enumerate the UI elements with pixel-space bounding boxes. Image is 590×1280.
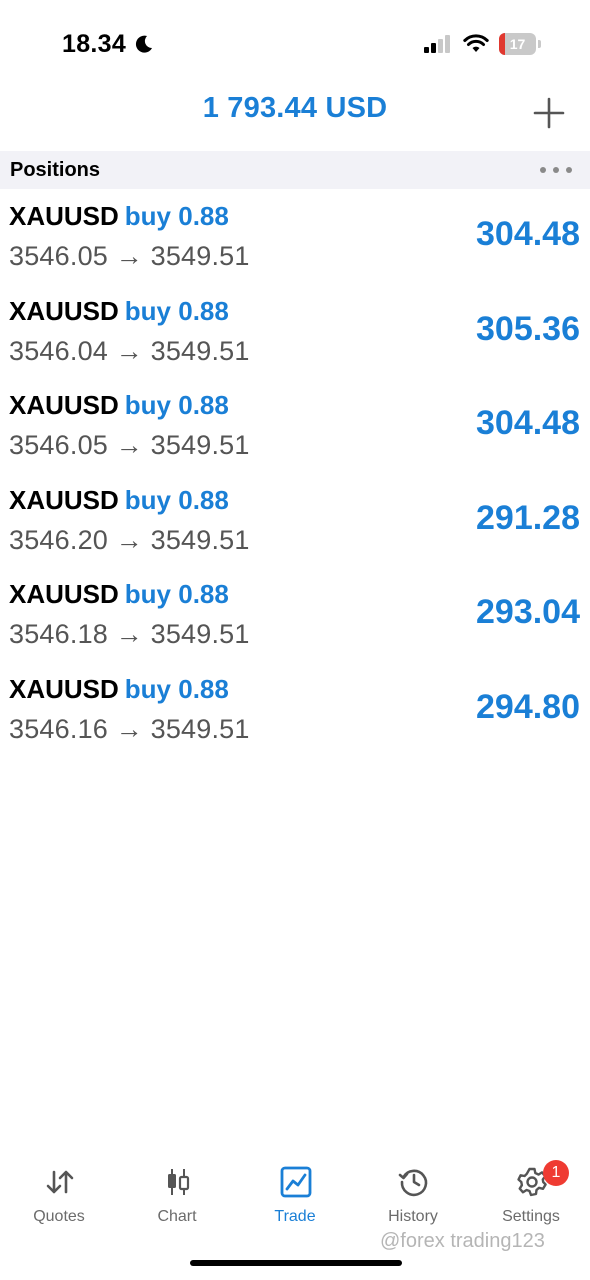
position-profit: 291.28 bbox=[476, 498, 580, 537]
candlestick-chart-icon bbox=[168, 1169, 190, 1195]
position-profit: 294.80 bbox=[476, 687, 580, 726]
position-prices: 3546.04 → 3549.51 bbox=[9, 335, 250, 366]
tab-chart[interactable]: Chart bbox=[118, 1158, 236, 1238]
tab-settings[interactable]: 1 Settings bbox=[472, 1158, 590, 1238]
quotes-arrows-icon bbox=[46, 1170, 74, 1194]
plus-icon[interactable] bbox=[533, 97, 565, 129]
tab-label: Trade bbox=[274, 1208, 316, 1225]
position-prices: 3546.20 → 3549.51 bbox=[9, 524, 250, 555]
status-bar: 18.34 17 bbox=[0, 0, 590, 88]
notification-badge: 1 bbox=[543, 1160, 569, 1186]
tab-label: History bbox=[388, 1208, 438, 1225]
watermark: @forex trading123 bbox=[380, 1230, 545, 1252]
moon-icon bbox=[135, 35, 152, 53]
battery-level: 17 bbox=[509, 36, 526, 52]
position-header: XAUUSD buy 0.88 bbox=[9, 485, 229, 516]
battery-icon: 17 bbox=[499, 33, 541, 55]
more-dots-icon[interactable] bbox=[538, 165, 574, 175]
position-row[interactable]: XAUUSD buy 0.88 3546.05 → 3549.51 304.48 bbox=[0, 189, 590, 284]
position-type: buy 0.88 bbox=[124, 673, 229, 704]
position-profit: 293.04 bbox=[476, 593, 580, 632]
position-profit: 305.36 bbox=[476, 309, 580, 348]
tab-quotes[interactable]: Quotes bbox=[0, 1158, 118, 1238]
position-header: XAUUSD buy 0.88 bbox=[9, 579, 229, 610]
tab-trade[interactable]: Trade bbox=[236, 1158, 354, 1238]
status-time: 18.34 bbox=[62, 30, 127, 58]
position-type: buy 0.88 bbox=[124, 579, 229, 610]
position-header: XAUUSD buy 0.88 bbox=[9, 390, 229, 421]
tab-history[interactable]: History bbox=[354, 1158, 472, 1238]
position-symbol: XAUUSD bbox=[9, 484, 119, 515]
position-row[interactable]: XAUUSD buy 0.88 3546.16 → 3549.51 294.80 bbox=[0, 662, 590, 757]
position-prices: 3546.05 → 3549.51 bbox=[9, 241, 250, 271]
tab-label: Chart bbox=[157, 1208, 197, 1225]
position-row[interactable]: XAUUSD buy 0.88 3546.05 → 3549.51 304.48 bbox=[0, 378, 590, 473]
position-profit: 304.48 bbox=[476, 404, 580, 443]
section-title: Positions bbox=[10, 159, 101, 181]
position-header: XAUUSD buy 0.88 bbox=[9, 674, 229, 705]
tab-bar: Quotes Chart Trade History 1 Settings bbox=[0, 1158, 590, 1238]
position-type: buy 0.88 bbox=[124, 295, 229, 326]
cellular-signal-icon bbox=[424, 35, 450, 53]
position-symbol: XAUUSD bbox=[9, 673, 119, 704]
trade-line-chart-icon bbox=[280, 1166, 312, 1198]
home-indicator[interactable] bbox=[190, 1260, 402, 1266]
position-symbol: XAUUSD bbox=[9, 390, 119, 421]
tab-label: Settings bbox=[502, 1208, 560, 1225]
position-header: XAUUSD buy 0.88 bbox=[9, 201, 229, 232]
position-header: XAUUSD buy 0.88 bbox=[9, 296, 229, 327]
tab-label: Quotes bbox=[33, 1208, 85, 1225]
position-row[interactable]: XAUUSD buy 0.88 3546.18 → 3549.51 293.04 bbox=[0, 567, 590, 662]
position-type: buy 0.88 bbox=[124, 484, 229, 515]
position-row[interactable]: XAUUSD buy 0.88 3546.20 → 3549.51 291.28 bbox=[0, 473, 590, 568]
history-clock-icon bbox=[398, 1169, 428, 1197]
account-balance: 1 793.44 USD bbox=[202, 92, 388, 124]
position-prices: 3546.16 → 3549.51 bbox=[9, 713, 250, 744]
position-type: buy 0.88 bbox=[124, 201, 229, 231]
position-prices: 3546.05 → 3549.51 bbox=[9, 430, 250, 461]
position-symbol: XAUUSD bbox=[9, 295, 119, 326]
wifi-icon bbox=[463, 34, 489, 52]
position-prices: 3546.18 → 3549.51 bbox=[9, 619, 250, 650]
position-type: buy 0.88 bbox=[124, 390, 229, 421]
position-symbol: XAUUSD bbox=[9, 579, 119, 610]
positions-section-header: Positions bbox=[0, 151, 590, 189]
position-profit: 304.48 bbox=[476, 215, 580, 253]
positions-list: XAUUSD buy 0.88 3546.05 → 3549.51 304.48 XAU… bbox=[0, 189, 590, 757]
position-symbol: XAUUSD bbox=[9, 201, 119, 231]
position-row[interactable]: XAUUSD buy 0.88 3546.04 → 3549.51 305.36 bbox=[0, 284, 590, 379]
